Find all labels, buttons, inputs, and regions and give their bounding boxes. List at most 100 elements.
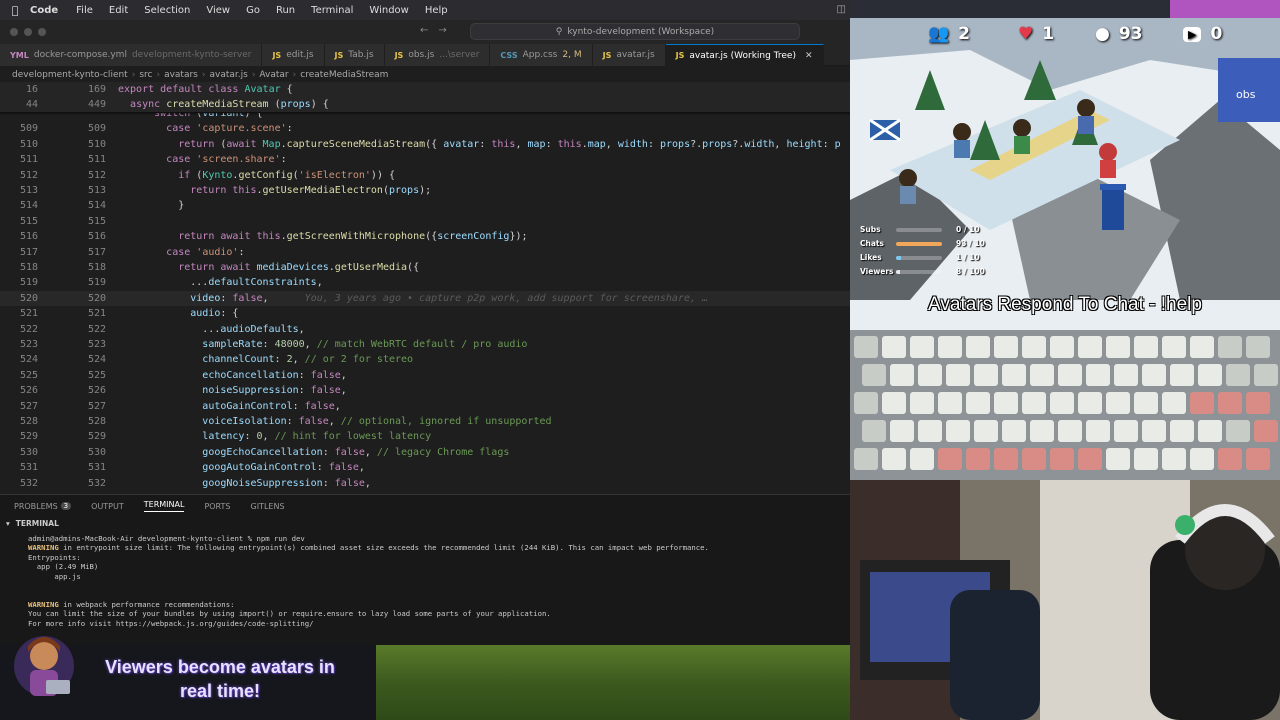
meter-fill — [896, 242, 942, 246]
code-line[interactable]: 510 510 return (await Map.captureSceneMed… — [0, 137, 850, 152]
keycap — [1058, 420, 1082, 442]
line-number: 44 — [25, 99, 38, 111]
nav-arrows[interactable]: ←→ — [420, 25, 457, 36]
meter-bar — [896, 242, 942, 246]
breadcrumb-item[interactable]: avatars — [164, 70, 198, 80]
line-number: 529 — [19, 431, 38, 443]
top-strip — [850, 0, 1280, 18]
code-line[interactable]: 509 509 case 'capture.scene': — [0, 121, 850, 136]
code-line[interactable]: 511 511 case 'screen.share': — [0, 152, 850, 167]
code-line[interactable]: 515 515 — [0, 214, 850, 229]
chevron-down-icon[interactable]: ▾ — [6, 519, 10, 528]
zoom-window-button[interactable] — [38, 28, 46, 36]
code-editor[interactable]: 16 169 export default class Avatar {44 449 … — [0, 82, 850, 494]
keycap — [1162, 448, 1186, 470]
panel-tab-gitlens[interactable]: GITLENS — [251, 502, 285, 511]
keycap — [974, 364, 998, 386]
code-text: } — [118, 200, 185, 212]
keycap — [854, 336, 878, 358]
menu-run[interactable]: Run — [276, 5, 295, 16]
file-type-icon: JS — [394, 50, 404, 60]
tab-5[interactable]: JS avatar.js — [592, 44, 666, 66]
split-editor-icon[interactable]: ◫ — [837, 4, 846, 15]
line-number: 531 — [19, 462, 38, 474]
code-line[interactable]: 514 514 } — [0, 198, 850, 213]
code-line[interactable]: 524 524 channelCount: 2, // or 2 for ster… — [0, 352, 850, 367]
menu-view[interactable]: View — [206, 5, 230, 16]
keycap — [1162, 336, 1186, 358]
keycap — [1134, 448, 1158, 470]
breadcrumb-item[interactable]: avatar.js — [209, 70, 247, 80]
menu-file[interactable]: File — [76, 5, 93, 16]
code-line[interactable]: 528 528 voiceIsolation: false, // optiona… — [0, 414, 850, 429]
panel-tab-problems[interactable]: PROBLEMS 3 — [14, 502, 72, 511]
keycap — [1170, 420, 1194, 442]
code-text: video: false, You, 3 years ago • capture… — [190, 292, 709, 304]
line-number-diff: 529 — [87, 431, 106, 443]
code-line[interactable]: 519 519 ...defaultConstraints, — [0, 275, 850, 290]
tab-1[interactable]: JS edit.js — [262, 44, 325, 66]
code-line[interactable]: 518 518 return await mediaDevices.getUser… — [0, 260, 850, 275]
panel-tab-ports[interactable]: PORTS — [204, 502, 230, 511]
code-line[interactable]: 522 522 ...audioDefaults, — [0, 322, 850, 337]
menu-terminal[interactable]: Terminal — [311, 5, 353, 16]
tab-actions[interactable]: ◫ — [837, 4, 846, 15]
panel-tab-output[interactable]: OUTPUT — [91, 502, 124, 511]
tab-3[interactable]: JS obs.js ...\server — [384, 44, 491, 66]
code-line[interactable]: 532 532 googNoiseSuppression: false, — [0, 476, 850, 491]
menu-go[interactable]: Go — [246, 5, 260, 16]
code-line[interactable]: 523 523 sampleRate: 48000, // match WebRT… — [0, 337, 850, 352]
tab-2[interactable]: JS Tab.js — [324, 44, 385, 66]
code-text: return (await Map.captureSceneMediaStrea… — [178, 138, 841, 150]
menu-window[interactable]: Window — [369, 5, 408, 16]
back-arrow-icon[interactable]: ← — [420, 25, 438, 36]
breadcrumb-item[interactable]: Avatar — [259, 70, 288, 80]
apple-icon[interactable]:  — [0, 4, 30, 17]
menu-help[interactable]: Help — [425, 5, 448, 16]
sticky-scroll-line[interactable]: 44 449 async createMediaStream (props) { — [0, 97, 850, 113]
code-line[interactable]: 527 527 autoGainControl: false, — [0, 399, 850, 414]
breadcrumb-item[interactable]: development-kynto-client — [12, 70, 128, 80]
code-line[interactable]: 529 529 latency: 0, // hint for lowest la… — [0, 429, 850, 444]
code-line[interactable]: 531 531 googAutoGainControl: false, — [0, 460, 850, 475]
sticky-scroll-line[interactable]: 16 169 export default class Avatar { — [0, 82, 850, 98]
stream-overlay: 👥 2 ♥ 1 ● 93 ▶ 0 obs Subs 0 / 10 Chats 93 / 10 Like… — [850, 0, 1280, 720]
keycap — [1254, 420, 1278, 442]
code-line[interactable]: 513 513 return this.getUserMediaElectron(… — [0, 183, 850, 198]
code-line[interactable]: 521 521 audio: { — [0, 306, 850, 321]
code-line[interactable]: 530 530 googEchoCancellation: false, // l… — [0, 445, 850, 460]
close-icon[interactable]: ✕ — [805, 51, 813, 61]
command-center-search[interactable]: ⚲ kynto-development (Workspace) — [470, 23, 800, 40]
tab-4[interactable]: CSS App.css 2, M — [490, 44, 593, 66]
breadcrumb-item[interactable]: createMediaStream — [300, 70, 388, 80]
tab-6[interactable]: JS avatar.js (Working Tree) ✕ — [665, 44, 824, 66]
line-number: 514 — [19, 200, 38, 212]
menu-selection[interactable]: Selection — [144, 5, 190, 16]
code-line[interactable]: 512 512 if (Kynto.getConfig('isElectron')… — [0, 168, 850, 183]
menu-edit[interactable]: Edit — [109, 5, 128, 16]
meter-label: Subs — [860, 225, 881, 234]
line-number: 528 — [19, 416, 38, 427]
breadcrumb-item[interactable]: src — [139, 70, 152, 80]
code-line[interactable]: 525 525 echoCancellation: false, — [0, 368, 850, 383]
tab-0[interactable]: YML docker-compose.yml development-kynto-s… — [0, 44, 263, 66]
terminal-output[interactable]: admin@admins-MacBook-Air development-kyn… — [28, 534, 828, 628]
close-window-button[interactable] — [10, 28, 18, 36]
code-line[interactable]: 516 516 return await this.getScreenWithMi… — [0, 229, 850, 244]
minimize-window-button[interactable] — [24, 28, 32, 36]
code-line[interactable]: 517 517 case 'audio': — [0, 245, 850, 260]
code-line[interactable]: 526 526 noiseSuppression: false, — [0, 383, 850, 398]
keycap — [890, 364, 914, 386]
line-number: 512 — [19, 169, 38, 181]
line-number-diff: 515 — [87, 215, 106, 227]
keycap — [1022, 336, 1046, 358]
panel-tab-terminal[interactable]: TERMINAL — [143, 500, 185, 512]
keycap — [1190, 392, 1214, 414]
code-text: googNoiseSuppression: false, — [202, 477, 371, 489]
forward-arrow-icon[interactable]: → — [438, 25, 456, 36]
menu-app-name[interactable]: Code — [30, 5, 58, 16]
meter-fill — [896, 256, 901, 260]
code-line[interactable]: 520 520 video: false, You, 3 years ago • … — [0, 290, 850, 307]
meter-fill — [896, 270, 900, 274]
